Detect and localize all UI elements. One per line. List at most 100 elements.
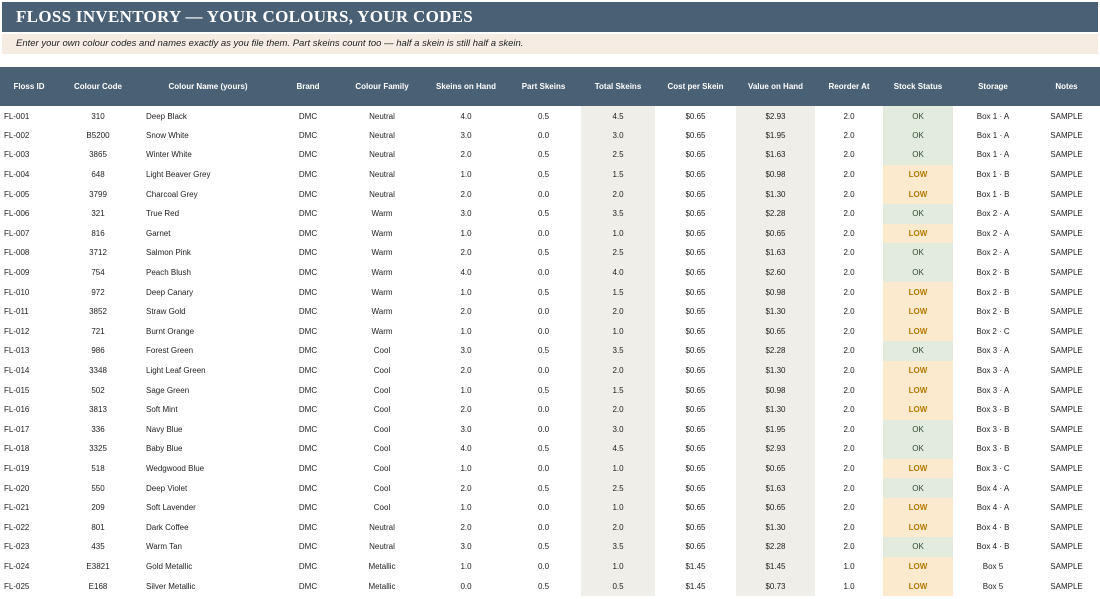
column-header-stock-status[interactable]: Stock Status: [883, 67, 953, 106]
cell-total-skeins[interactable]: 2.0: [581, 399, 655, 420]
cell-floss-id[interactable]: FL-024: [0, 557, 58, 577]
cell-total-skeins[interactable]: 3.0: [581, 125, 655, 146]
column-header-cost-per-skein[interactable]: Cost per Skein: [655, 67, 736, 106]
cell-skeins-on-hand[interactable]: 1.0: [426, 165, 506, 185]
column-header-notes[interactable]: Notes: [1033, 67, 1100, 106]
cell-notes[interactable]: SAMPLE: [1033, 184, 1100, 204]
cell-notes[interactable]: SAMPLE: [1033, 302, 1100, 322]
cell-colour-family[interactable]: Warm: [338, 322, 426, 342]
cell-cost-per-skein[interactable]: $0.65: [655, 145, 736, 165]
cell-skeins-on-hand[interactable]: 2.0: [426, 302, 506, 322]
cell-floss-id[interactable]: FL-012: [0, 322, 58, 342]
cell-stock-status[interactable]: LOW: [883, 223, 953, 244]
table-row[interactable]: FL-007 816 Garnet DMC Warm 1.0 0.0 1.0 $0.65 $0.6…: [0, 223, 1100, 244]
cell-reorder-at[interactable]: 2.0: [815, 184, 883, 204]
cell-total-skeins[interactable]: 2.5: [581, 478, 655, 498]
cell-colour-family[interactable]: Warm: [338, 302, 426, 322]
cell-part-skeins[interactable]: 0.0: [506, 400, 581, 420]
cell-notes[interactable]: SAMPLE: [1033, 420, 1100, 440]
cell-value-on-hand[interactable]: $0.98: [736, 380, 815, 400]
cell-storage[interactable]: Box 3 · B: [953, 400, 1033, 420]
cell-brand[interactable]: DMC: [278, 145, 338, 165]
cell-colour-family[interactable]: Neutral: [338, 537, 426, 557]
cell-skeins-on-hand[interactable]: 1.0: [426, 498, 506, 518]
cell-value-on-hand[interactable]: $0.65: [736, 458, 815, 479]
table-row[interactable]: FL-022 801 Dark Coffee DMC Neutral 2.0 0.0 2.0 $…: [0, 517, 1100, 538]
cell-colour-name[interactable]: Wedgwood Blue: [138, 459, 278, 479]
cell-value-on-hand[interactable]: $1.95: [736, 419, 815, 440]
cell-colour-family[interactable]: Cool: [338, 439, 426, 459]
cell-brand[interactable]: DMC: [278, 400, 338, 420]
cell-reorder-at[interactable]: 2.0: [815, 341, 883, 361]
cell-storage[interactable]: Box 1 · A: [953, 126, 1033, 146]
cell-skeins-on-hand[interactable]: 2.0: [426, 243, 506, 263]
cell-notes[interactable]: SAMPLE: [1033, 576, 1100, 596]
cell-colour-code[interactable]: 310: [58, 106, 138, 126]
cell-colour-name[interactable]: Dark Coffee: [138, 517, 278, 537]
cell-storage[interactable]: Box 4 · A: [953, 478, 1033, 498]
cell-brand[interactable]: DMC: [278, 557, 338, 577]
table-row[interactable]: FL-020 550 Deep Violet DMC Cool 2.0 0.5 2.5 $0.6…: [0, 478, 1100, 498]
cell-colour-code[interactable]: B5200: [58, 126, 138, 146]
table-row[interactable]: FL-003 3865 Winter White DMC Neutral 2.0 0.5 2.…: [0, 145, 1100, 165]
cell-storage[interactable]: Box 2 · A: [953, 204, 1033, 224]
table-row[interactable]: FL-010 972 Deep Canary DMC Warm 1.0 0.5 1.5 $0.6…: [0, 282, 1100, 302]
table-row[interactable]: FL-006 321 True Red DMC Warm 3.0 0.5 3.5 $0.65 $2…: [0, 203, 1100, 224]
table-row[interactable]: FL-011 3852 Straw Gold DMC Warm 2.0 0.0 2.0 $0.6…: [0, 301, 1100, 322]
cell-storage[interactable]: Box 1 · A: [953, 145, 1033, 165]
cell-brand[interactable]: DMC: [278, 263, 338, 283]
table-row[interactable]: FL-001 310 Deep Black DMC Neutral 4.0 0.5 4.5 $0…: [0, 106, 1100, 126]
cell-value-on-hand[interactable]: $1.30: [736, 517, 815, 538]
cell-storage[interactable]: Box 2 · A: [953, 243, 1033, 263]
cell-storage[interactable]: Box 3 · A: [953, 341, 1033, 361]
cell-colour-family[interactable]: Cool: [338, 380, 426, 400]
cell-floss-id[interactable]: FL-019: [0, 459, 58, 479]
cell-colour-family[interactable]: Cool: [338, 361, 426, 381]
cell-notes[interactable]: SAMPLE: [1033, 537, 1100, 557]
cell-cost-per-skein[interactable]: $0.65: [655, 243, 736, 263]
cell-value-on-hand[interactable]: $2.28: [736, 341, 815, 361]
cell-reorder-at[interactable]: 1.0: [815, 557, 883, 577]
cell-colour-code[interactable]: 321: [58, 204, 138, 224]
table-row[interactable]: FL-023 435 Warm Tan DMC Neutral 3.0 0.5 3.5 $0.6…: [0, 537, 1100, 557]
cell-floss-id[interactable]: FL-015: [0, 380, 58, 400]
cell-cost-per-skein[interactable]: $0.65: [655, 282, 736, 302]
cell-colour-code[interactable]: 721: [58, 322, 138, 342]
cell-colour-code[interactable]: 209: [58, 498, 138, 518]
cell-total-skeins[interactable]: 0.5: [581, 576, 655, 596]
cell-storage[interactable]: Box 3 · B: [953, 420, 1033, 440]
cell-notes[interactable]: SAMPLE: [1033, 224, 1100, 244]
cell-value-on-hand[interactable]: $1.45: [736, 556, 815, 577]
cell-storage[interactable]: Box 4 · B: [953, 537, 1033, 557]
cell-value-on-hand[interactable]: $2.93: [736, 439, 815, 459]
cell-colour-family[interactable]: Cool: [338, 400, 426, 420]
cell-part-skeins[interactable]: 0.5: [506, 380, 581, 400]
cell-cost-per-skein[interactable]: $0.65: [655, 322, 736, 342]
cell-skeins-on-hand[interactable]: 1.0: [426, 380, 506, 400]
table-row[interactable]: FL-024 E3821 Gold Metallic DMC Metallic 1.0 0.…: [0, 556, 1100, 577]
cell-colour-code[interactable]: 3325: [58, 439, 138, 459]
cell-total-skeins[interactable]: 4.5: [581, 106, 655, 126]
cell-total-skeins[interactable]: 3.5: [581, 203, 655, 224]
cell-reorder-at[interactable]: 2.0: [815, 243, 883, 263]
cell-total-skeins[interactable]: 1.5: [581, 164, 655, 185]
cell-floss-id[interactable]: FL-004: [0, 165, 58, 185]
cell-floss-id[interactable]: FL-018: [0, 439, 58, 459]
cell-colour-family[interactable]: Warm: [338, 224, 426, 244]
cell-colour-code[interactable]: 3852: [58, 302, 138, 322]
cell-colour-family[interactable]: Neutral: [338, 145, 426, 165]
cell-colour-code[interactable]: 3865: [58, 145, 138, 165]
cell-notes[interactable]: SAMPLE: [1033, 165, 1100, 185]
cell-reorder-at[interactable]: 2.0: [815, 282, 883, 302]
cell-brand[interactable]: DMC: [278, 498, 338, 518]
cell-colour-family[interactable]: Metallic: [338, 557, 426, 577]
cell-stock-status[interactable]: OK: [883, 341, 953, 361]
cell-floss-id[interactable]: FL-010: [0, 282, 58, 302]
cell-brand[interactable]: DMC: [278, 537, 338, 557]
cell-colour-code[interactable]: E168: [58, 576, 138, 596]
cell-cost-per-skein[interactable]: $0.65: [655, 263, 736, 283]
cell-colour-family[interactable]: Warm: [338, 243, 426, 263]
cell-cost-per-skein[interactable]: $0.65: [655, 439, 736, 459]
cell-part-skeins[interactable]: 0.0: [506, 322, 581, 342]
cell-storage[interactable]: Box 5: [953, 576, 1033, 596]
